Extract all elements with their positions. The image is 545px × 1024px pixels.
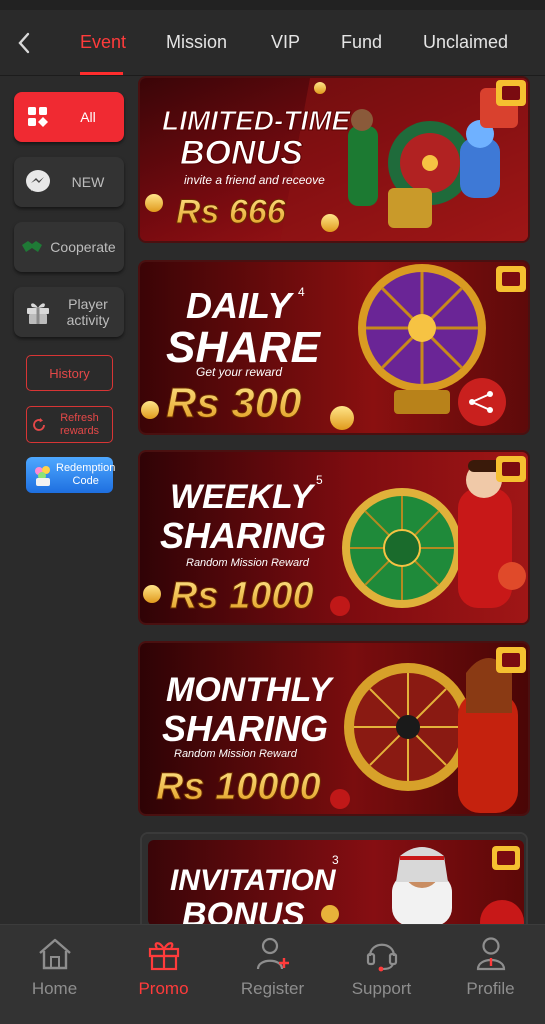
back-button[interactable]: [10, 28, 38, 58]
banner-amount: Rs 300: [166, 379, 301, 426]
promo-banner-invitation-bonus[interactable]: INVITATION 3 BONUS: [140, 832, 528, 924]
banner-amount: Rs 666: [176, 193, 287, 231]
banner-subtitle: invite a friend and receove: [184, 173, 325, 187]
nav-label: Register: [240, 979, 305, 998]
brand-logo-icon: [496, 266, 526, 292]
nav-label: Promo: [138, 979, 189, 998]
history-button[interactable]: History: [26, 355, 113, 391]
tab-mission[interactable]: Mission: [166, 32, 227, 53]
category-sidebar: All NEW Cooperate Player activity Histor…: [0, 76, 135, 924]
banner-amount: Rs 10000: [156, 766, 321, 808]
messenger-icon: [20, 169, 56, 195]
gift-icon: [147, 935, 181, 973]
headset-icon: [364, 935, 400, 973]
banner-line2: BONUS: [182, 896, 305, 924]
chevron-left-icon: [18, 32, 30, 54]
category-cooperate[interactable]: Cooperate: [14, 222, 124, 272]
category-player-activity[interactable]: Player activity: [14, 287, 124, 337]
banner-badge: 4: [298, 285, 305, 299]
home-icon: [37, 935, 73, 973]
top-bar: Event Mission VIP Fund Unclaimed: [0, 0, 545, 76]
flower-gift-icon: [35, 466, 50, 486]
category-all[interactable]: All: [14, 92, 124, 142]
banner-line1: LIMITED-TIME: [162, 105, 352, 136]
nav-profile[interactable]: Profile: [436, 925, 545, 1024]
banner-subtitle: Get your reward: [196, 365, 282, 379]
banner-line2: SHARING: [160, 515, 326, 556]
category-label: NEW: [71, 174, 105, 190]
tab-unclaimed[interactable]: Unclaimed: [423, 32, 508, 53]
banner-line1: DAILY: [186, 285, 294, 326]
category-new[interactable]: NEW: [14, 157, 124, 207]
grid-icon: [20, 106, 56, 128]
user-icon: [474, 935, 508, 973]
add-user-icon: [255, 935, 291, 973]
promo-banner-monthly-sharing[interactable]: MONTHLY SHARING Random Mission Reward Rs…: [138, 641, 530, 816]
promo-banner-daily-share[interactable]: DAILY 4 SHARE Get your reward Rs 300: [138, 260, 530, 435]
banner-line1: INVITATION: [170, 864, 337, 897]
refresh-icon: [33, 417, 45, 431]
promo-banner-weekly-sharing[interactable]: WEEKLY 5 SHARING Random Mission Reward R…: [138, 450, 530, 625]
redeem-label: Redemption Code: [56, 462, 116, 487]
nav-label: Profile: [466, 979, 515, 998]
banner-subtitle: Random Mission Reward: [174, 748, 298, 760]
brand-logo-icon: [496, 456, 526, 482]
tab-event[interactable]: Event: [80, 32, 126, 53]
handshake-icon: [18, 239, 46, 255]
category-label: All: [80, 109, 96, 125]
active-tab-indicator: [80, 72, 123, 75]
tab-vip[interactable]: VIP: [271, 32, 300, 53]
banner-amount: Rs 1000: [170, 575, 314, 617]
redemption-code-button[interactable]: Redemption Code: [26, 457, 116, 493]
refresh-label: Refresh rewards: [59, 411, 100, 437]
brand-logo-icon: [496, 80, 526, 106]
category-label: Player activity: [66, 296, 110, 328]
banner-badge: 3: [332, 853, 339, 867]
status-strip: [0, 0, 545, 10]
nav-label: Support: [351, 979, 412, 998]
history-label: History: [49, 365, 90, 381]
brand-logo-icon: [492, 846, 520, 870]
nav-promo[interactable]: Promo: [109, 925, 218, 1024]
nav-register[interactable]: Register: [218, 925, 327, 1024]
gift-icon: [20, 299, 56, 325]
nav-home[interactable]: Home: [0, 925, 109, 1024]
brand-logo-icon: [496, 647, 526, 673]
banner-line1: MONTHLY: [166, 671, 335, 709]
banner-badge: 5: [316, 473, 323, 487]
banner-line2: SHARING: [162, 708, 328, 749]
bottom-navigation: Home Promo Register Support Profile: [0, 924, 545, 1024]
nav-label: Home: [31, 979, 78, 998]
banner-line2: BONUS: [180, 134, 303, 172]
banner-line1: WEEKLY: [170, 478, 316, 516]
nav-support[interactable]: Support: [327, 925, 436, 1024]
promo-banner-limited-time-bonus[interactable]: LIMITED-TIME BONUS invite a friend and r…: [138, 76, 530, 243]
refresh-rewards-button[interactable]: Refresh rewards: [26, 406, 113, 443]
category-label: Cooperate: [50, 239, 116, 255]
tab-fund[interactable]: Fund: [341, 32, 382, 53]
banner-subtitle: Random Mission Reward: [186, 557, 310, 569]
